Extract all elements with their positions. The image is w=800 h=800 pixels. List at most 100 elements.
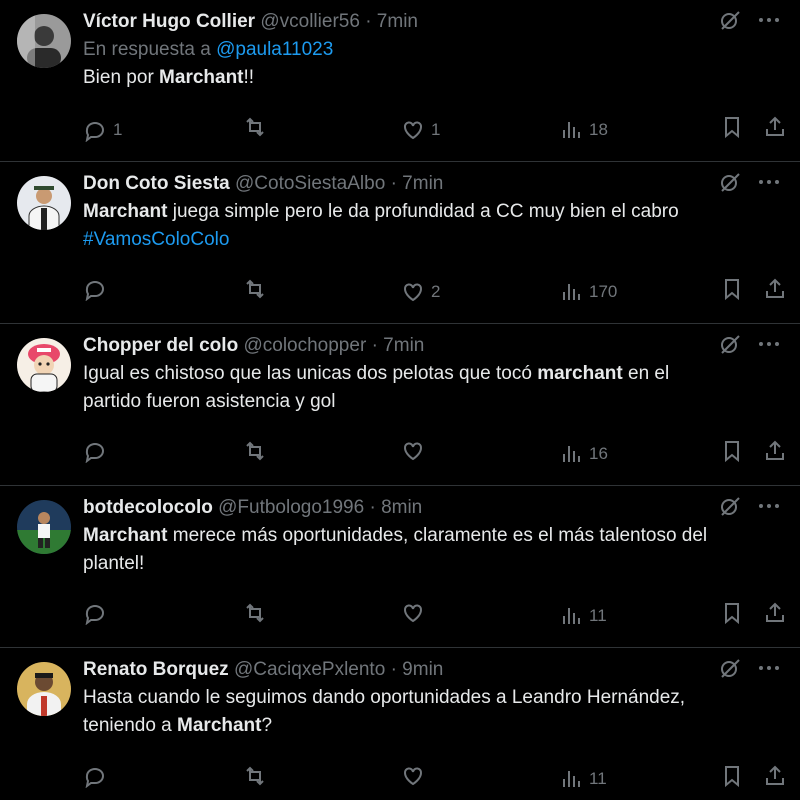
retweet-button[interactable]: [243, 601, 273, 625]
tweet[interactable]: Renato Borquez @CaciqxePxlento · 9min Ha…: [0, 648, 800, 800]
tweet-header: Víctor Hugo Collier @vcollier56 · 7min: [83, 8, 710, 36]
grok-icon[interactable]: [718, 494, 742, 518]
user-name[interactable]: Don Coto Siesta: [83, 173, 230, 194]
user-handle[interactable]: @CaciqxePxlento: [234, 659, 385, 680]
views-button[interactable]: 18: [561, 115, 608, 145]
tweet-text-segment: juega simple pero le da profundidad a CC…: [167, 201, 679, 222]
retweet-icon: [246, 279, 264, 299]
tweet-header: Chopper del colo @colochopper · 7min: [83, 332, 710, 360]
retweet-button[interactable]: [243, 277, 273, 301]
share-icon: [766, 765, 784, 785]
heart-icon: [404, 442, 422, 461]
grok-icon[interactable]: [718, 332, 742, 356]
more-icon[interactable]: [758, 503, 780, 509]
grok-icon[interactable]: [718, 170, 742, 194]
highlighted-text: Marchant: [83, 201, 168, 222]
hashtag-link[interactable]: #VamosColoColo: [83, 229, 229, 250]
share-button[interactable]: [763, 601, 787, 625]
user-name[interactable]: botdecolocolo: [83, 497, 213, 518]
avatar[interactable]: [17, 662, 71, 716]
more-icon[interactable]: [758, 665, 780, 671]
tweet-text-segment: ?: [261, 715, 273, 736]
grok-icon[interactable]: [718, 656, 742, 680]
reply-icon: [85, 768, 104, 788]
share-icon: [766, 116, 784, 136]
timestamp[interactable]: 7min: [377, 11, 418, 32]
reply-button[interactable]: [83, 277, 113, 301]
tweet-text: Bien por Marchant!!: [83, 64, 710, 92]
tweet-text: Marchant merece más oportunidades, clara…: [83, 522, 710, 578]
reply-button[interactable]: [83, 601, 113, 625]
bookmark-button[interactable]: [721, 601, 743, 625]
like-button[interactable]: 1: [401, 115, 440, 145]
share-button[interactable]: [763, 115, 787, 139]
timestamp[interactable]: 7min: [402, 173, 443, 194]
like-button[interactable]: [401, 764, 431, 788]
bookmark-icon: [725, 603, 739, 625]
avatar[interactable]: [17, 14, 71, 68]
reply-button[interactable]: [83, 764, 113, 788]
user-handle[interactable]: @CotoSiestaAlbo: [235, 173, 385, 194]
tweet[interactable]: Don Coto Siesta @CotoSiestaAlbo · 7min M…: [0, 162, 800, 324]
user-name[interactable]: Renato Borquez: [83, 659, 229, 680]
share-icon: [766, 602, 784, 622]
bookmark-button[interactable]: [721, 439, 743, 463]
tweet[interactable]: Chopper del colo @colochopper · 7min Igu…: [0, 324, 800, 486]
retweet-button[interactable]: [243, 439, 273, 463]
views-button[interactable]: 170: [561, 277, 617, 307]
user-handle[interactable]: @Futbologo1996: [218, 497, 364, 518]
like-button[interactable]: [401, 439, 431, 463]
share-button[interactable]: [763, 277, 787, 301]
share-icon: [766, 278, 784, 298]
user-handle[interactable]: @colochopper: [243, 335, 366, 356]
views-count: 11: [589, 606, 607, 625]
reply-icon: [85, 605, 104, 625]
views-count: 18: [589, 120, 608, 139]
views-icon: [563, 446, 580, 462]
user-name[interactable]: Víctor Hugo Collier: [83, 11, 255, 32]
reply-mention-link[interactable]: @paula11023: [216, 39, 333, 60]
tweet-top-icons: [718, 8, 780, 32]
bookmark-icon: [725, 279, 739, 301]
share-button[interactable]: [763, 764, 787, 788]
user-handle[interactable]: @vcollier56: [260, 11, 360, 32]
user-name[interactable]: Chopper del colo: [83, 335, 238, 356]
separator: ·: [390, 173, 397, 194]
retweet-button[interactable]: [243, 115, 273, 139]
share-button[interactable]: [763, 439, 787, 463]
retweet-button[interactable]: [243, 764, 273, 788]
tweet[interactable]: botdecolocolo @Futbologo1996 · 8min Marc…: [0, 486, 800, 648]
views-button[interactable]: 16: [561, 439, 608, 469]
like-button[interactable]: [401, 601, 431, 625]
like-count: 2: [431, 282, 441, 301]
like-button[interactable]: 2: [401, 277, 440, 307]
bookmark-button[interactable]: [721, 277, 743, 301]
tweet-feed: Víctor Hugo Collier @vcollier56 · 7min E…: [0, 0, 800, 800]
timestamp[interactable]: 9min: [402, 659, 443, 680]
highlighted-text: Marchant: [83, 525, 168, 546]
reply-button[interactable]: 1: [83, 115, 122, 145]
views-button[interactable]: 11: [561, 601, 607, 631]
timestamp[interactable]: 8min: [381, 497, 422, 518]
grok-icon[interactable]: [718, 8, 742, 32]
avatar[interactable]: [17, 338, 71, 392]
avatar[interactable]: [17, 176, 71, 230]
more-icon[interactable]: [758, 179, 780, 185]
bookmark-button[interactable]: [721, 115, 743, 139]
heart-icon: [404, 121, 422, 140]
separator: ·: [371, 335, 378, 356]
bookmark-button[interactable]: [721, 764, 743, 788]
tweet-top-icons: [718, 656, 780, 680]
reply-button[interactable]: [83, 439, 113, 463]
tweet-text-segment: Bien por: [83, 67, 160, 88]
tweet-header: botdecolocolo @Futbologo1996 · 8min: [83, 494, 710, 522]
more-icon[interactable]: [758, 341, 780, 347]
timestamp[interactable]: 7min: [383, 335, 424, 356]
views-button[interactable]: 11: [561, 764, 607, 794]
avatar[interactable]: [17, 500, 71, 554]
separator: ·: [365, 11, 372, 32]
tweet-text: Marchant juega simple pero le da profund…: [83, 198, 710, 254]
tweet[interactable]: Víctor Hugo Collier @vcollier56 · 7min E…: [0, 0, 800, 162]
views-icon: [563, 771, 580, 787]
more-icon[interactable]: [758, 17, 780, 23]
